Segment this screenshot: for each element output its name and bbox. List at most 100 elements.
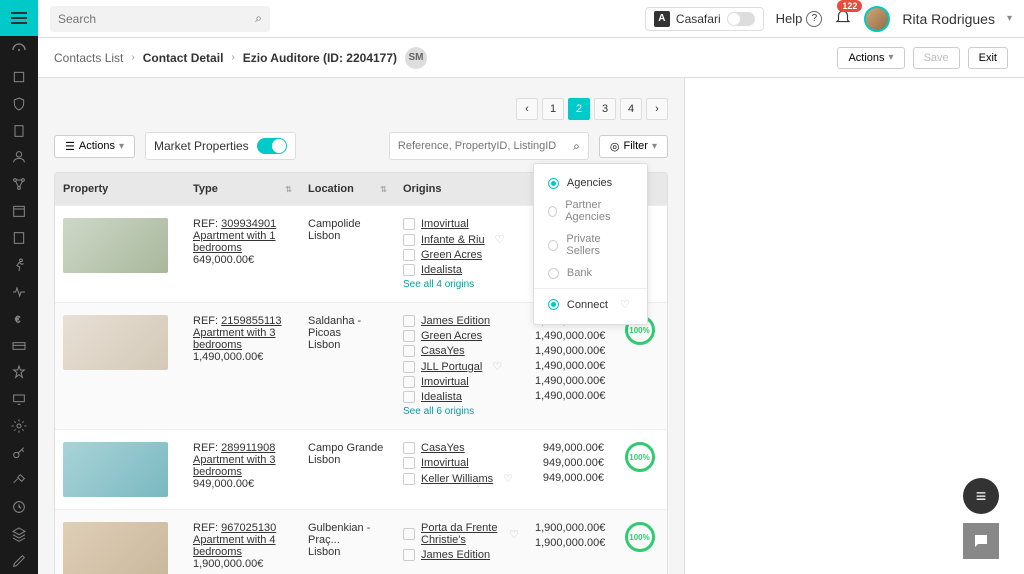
- nav-edit-icon[interactable]: [0, 547, 38, 574]
- sort-icon[interactable]: ⇅: [380, 185, 387, 194]
- nav-present-icon[interactable]: [0, 386, 38, 413]
- property-title[interactable]: Apartment with 4 bedrooms: [193, 534, 292, 558]
- origin-checkbox[interactable]: [403, 249, 415, 261]
- chevron-down-icon[interactable]: ▾: [1007, 13, 1012, 24]
- save-button[interactable]: Save: [913, 47, 960, 69]
- property-thumbnail[interactable]: [63, 315, 168, 370]
- global-search[interactable]: ⌕: [50, 6, 270, 32]
- page-4[interactable]: 4: [620, 98, 642, 120]
- menu-toggle[interactable]: [0, 0, 38, 36]
- origin-link[interactable]: JLL Portugal: [421, 361, 482, 373]
- col-origins[interactable]: Origins: [395, 173, 527, 205]
- property-thumbnail[interactable]: [63, 522, 168, 574]
- origin-link[interactable]: Idealista: [421, 264, 462, 276]
- col-location[interactable]: Location⇅: [300, 173, 395, 205]
- origin-checkbox[interactable]: [403, 330, 415, 342]
- nav-tasks-icon[interactable]: [0, 225, 38, 252]
- nav-layers-icon[interactable]: [0, 520, 38, 547]
- nav-running-icon[interactable]: [0, 251, 38, 278]
- origin-link[interactable]: Green Acres: [421, 249, 482, 261]
- nav-building-icon[interactable]: [0, 117, 38, 144]
- table-row[interactable]: REF: 967025130 Apartment with 4 bedrooms…: [55, 509, 667, 574]
- page-1[interactable]: 1: [542, 98, 564, 120]
- origin-link[interactable]: Idealista: [421, 391, 462, 403]
- nav-key-icon[interactable]: [0, 440, 38, 467]
- page-next[interactable]: ›: [646, 98, 668, 120]
- origin-checkbox[interactable]: [403, 457, 415, 469]
- chat-fab[interactable]: [963, 523, 999, 559]
- search-input[interactable]: [58, 12, 255, 26]
- see-all-origins[interactable]: See all 4 origins: [403, 279, 519, 290]
- nav-star-icon[interactable]: [0, 359, 38, 386]
- sort-icon[interactable]: ⇅: [285, 185, 292, 194]
- nav-pulse-icon[interactable]: [0, 278, 38, 305]
- breadcrumb-l2[interactable]: Contact Detail: [143, 51, 224, 65]
- nav-shield-icon[interactable]: [0, 90, 38, 117]
- property-title[interactable]: Apartment with 1 bedrooms: [193, 230, 292, 254]
- origin-link[interactable]: Imovirtual: [421, 376, 469, 388]
- origin-checkbox[interactable]: [403, 473, 415, 485]
- origin-checkbox[interactable]: [403, 442, 415, 454]
- exit-button[interactable]: Exit: [968, 47, 1008, 69]
- origin-link[interactable]: CasaYes: [421, 345, 465, 357]
- origin-checkbox[interactable]: [403, 391, 415, 403]
- property-title[interactable]: Apartment with 3 bedrooms: [193, 327, 292, 351]
- filter-private-sellers[interactable]: Private Sellers: [534, 228, 647, 262]
- origin-checkbox[interactable]: [403, 345, 415, 357]
- property-thumbnail[interactable]: [63, 218, 168, 273]
- help-link[interactable]: Help ?: [776, 11, 823, 27]
- filter-button[interactable]: ◎ Filter ▾: [599, 135, 668, 158]
- origin-link[interactable]: Imovirtual: [421, 218, 469, 230]
- see-all-origins[interactable]: See all 6 origins: [403, 406, 519, 417]
- col-property[interactable]: Property: [55, 173, 185, 205]
- origin-checkbox[interactable]: [403, 528, 415, 540]
- fab-menu[interactable]: ≡: [963, 478, 999, 514]
- table-row[interactable]: REF: 289911908 Apartment with 3 bedrooms…: [55, 429, 667, 509]
- nav-card-icon[interactable]: [0, 332, 38, 359]
- origin-checkbox[interactable]: [403, 218, 415, 230]
- nav-dashboard-icon[interactable]: [0, 36, 38, 63]
- origin-link[interactable]: Infante & Riu: [421, 234, 485, 246]
- origin-link[interactable]: Porta da Frente Christie's: [421, 522, 499, 546]
- origin-checkbox[interactable]: [403, 376, 415, 388]
- page-2[interactable]: 2: [568, 98, 590, 120]
- breadcrumb-l1[interactable]: Contacts List: [54, 51, 123, 65]
- origin-checkbox[interactable]: [403, 315, 415, 327]
- reference-search[interactable]: ⌕ Agencies Partner Agencies Private Sell…: [389, 132, 589, 160]
- origin-link[interactable]: James Edition: [421, 315, 490, 327]
- nav-contacts-icon[interactable]: [0, 144, 38, 171]
- brand-switch[interactable]: [727, 12, 755, 26]
- reference-input[interactable]: [398, 140, 573, 152]
- table-actions-dropdown[interactable]: ☰ Actions ▾: [54, 135, 135, 158]
- origin-link[interactable]: Green Acres: [421, 330, 482, 342]
- nav-euro-icon[interactable]: €: [0, 305, 38, 332]
- avatar[interactable]: [864, 6, 890, 32]
- property-thumbnail[interactable]: [63, 442, 168, 497]
- nav-calendar-icon[interactable]: [0, 198, 38, 225]
- origin-checkbox[interactable]: [403, 549, 415, 561]
- actions-dropdown[interactable]: Actions▾: [837, 47, 904, 69]
- origin-link[interactable]: Keller Williams: [421, 473, 493, 485]
- page-3[interactable]: 3: [594, 98, 616, 120]
- nav-settings-icon[interactable]: [0, 413, 38, 440]
- filter-partner-agencies[interactable]: Partner Agencies: [534, 194, 647, 228]
- origin-checkbox[interactable]: [403, 234, 415, 246]
- market-properties-toggle[interactable]: Market Properties: [145, 132, 296, 160]
- col-type[interactable]: Type⇅: [185, 173, 300, 205]
- notifications-button[interactable]: 122: [834, 8, 852, 29]
- nav-network-icon[interactable]: [0, 171, 38, 198]
- nav-gavel-icon[interactable]: [0, 466, 38, 493]
- origin-checkbox[interactable]: [403, 264, 415, 276]
- page-prev[interactable]: ‹: [516, 98, 538, 120]
- nav-clock-icon[interactable]: [0, 493, 38, 520]
- filter-bank[interactable]: Bank: [534, 262, 647, 284]
- property-title[interactable]: Apartment with 3 bedrooms: [193, 454, 292, 478]
- origin-link[interactable]: CasaYes: [421, 442, 465, 454]
- nav-properties-icon[interactable]: [0, 63, 38, 90]
- origin-link[interactable]: Imovirtual: [421, 457, 469, 469]
- brand-toggle[interactable]: A Casafari: [645, 7, 764, 31]
- filter-connect[interactable]: Connect ♡: [534, 293, 647, 316]
- origin-checkbox[interactable]: [403, 361, 415, 373]
- origin-link[interactable]: James Edition: [421, 549, 490, 561]
- filter-agencies[interactable]: Agencies: [534, 172, 647, 194]
